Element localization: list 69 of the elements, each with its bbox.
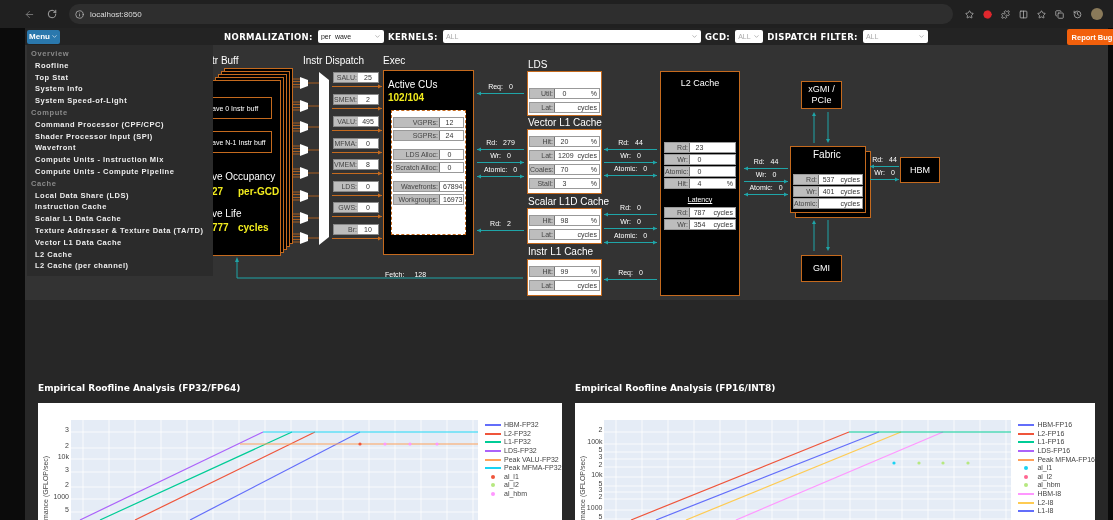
arrow [604, 147, 657, 152]
arrow [604, 160, 657, 165]
arrow [332, 150, 382, 155]
hbm-block: HBM [900, 157, 940, 183]
arrow [870, 164, 899, 169]
caret-icon [373, 33, 381, 40]
arrow [477, 91, 524, 96]
block-title: Instr Dispatch [303, 56, 365, 66]
reload-icon[interactable] [47, 9, 57, 19]
gmi-block: GMI [801, 255, 842, 282]
arrow [332, 106, 382, 111]
arrow [604, 277, 657, 282]
favorites-icon[interactable] [1037, 9, 1046, 19]
active-cus-value: 102/104 [388, 93, 425, 103]
caret-icon [753, 33, 761, 40]
arrow [604, 226, 657, 231]
caret-icon [50, 33, 58, 40]
arrow [332, 193, 382, 198]
arrow [744, 166, 788, 171]
block-title: LDS [528, 60, 548, 70]
arrow [477, 174, 524, 179]
collections-icon[interactable] [1055, 9, 1064, 19]
up-down-arrows [811, 112, 831, 143]
filter-label: NORMALIZATION: [224, 31, 313, 42]
arrow [477, 160, 524, 165]
avatar[interactable] [1091, 8, 1103, 20]
arrow [870, 177, 899, 182]
arrow [332, 236, 382, 241]
block-title: Fabric [813, 150, 841, 160]
arrow [604, 173, 657, 178]
arrow [332, 214, 382, 219]
arrow [477, 228, 524, 233]
url-text[interactable]: localhost:8050 [90, 9, 142, 19]
block-title: Exec [383, 56, 406, 66]
record-icon[interactable] [983, 9, 992, 19]
caret-icon [690, 33, 698, 40]
arrow [332, 84, 382, 89]
life-label: ve Life [212, 209, 242, 219]
occupancy-unit: per-GCD [238, 187, 280, 197]
active-cus-label: Active CUs [388, 80, 438, 90]
block-title: Instr L1 Cache [528, 247, 594, 257]
arrow [744, 192, 788, 197]
chart-title: Empirical Roofline Analysis (FP16/INT8) [575, 383, 777, 395]
filter-label: KERNELS: [387, 31, 438, 42]
history-icon[interactable] [1073, 9, 1082, 19]
arrow [332, 171, 382, 176]
block-title: Scalar L1D Cache [528, 197, 610, 207]
menu-button[interactable]: Menu [27, 29, 60, 44]
info-icon[interactable] [75, 9, 84, 19]
split-screen-icon[interactable] [1019, 9, 1028, 19]
arrow [604, 212, 657, 217]
occupancy-label: ve Occupancy [212, 172, 276, 182]
back-icon[interactable] [24, 8, 35, 20]
arrow [744, 179, 788, 184]
occupancy-value: 27 [212, 187, 224, 197]
arrow [604, 240, 657, 245]
filter-label: DISPATCH FILTER: [767, 31, 858, 42]
arrow [332, 128, 382, 133]
arrow [477, 147, 524, 152]
filter-label: GCD: [704, 31, 731, 42]
chart-title: Empirical Roofline Analysis (FP32/FP64) [38, 383, 242, 395]
life-value: 777 [212, 223, 229, 233]
life-unit: cycles [238, 223, 269, 233]
up-down-arrows [811, 220, 831, 251]
xgmi-block: xGMI / PCIe [801, 81, 842, 109]
star-icon[interactable] [965, 9, 974, 19]
puzzle-icon[interactable] [1001, 9, 1010, 19]
caret-icon [917, 33, 925, 40]
block-title: Vector L1 Cache [528, 118, 602, 128]
